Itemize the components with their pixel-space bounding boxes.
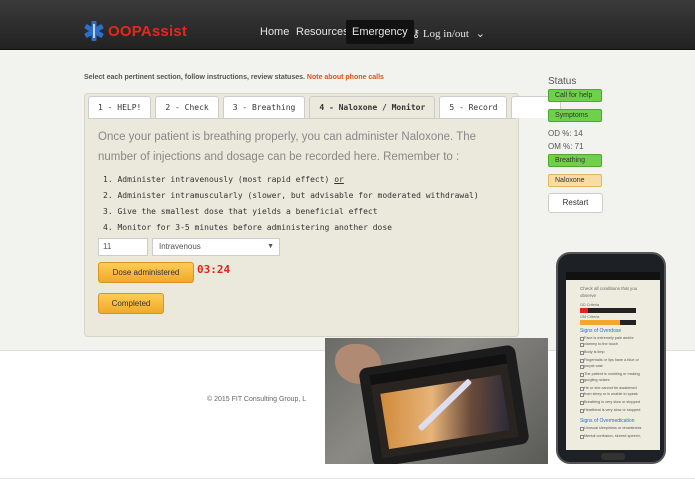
phone-check-item: purple cast [580,364,603,369]
tab-help[interactable]: 1 - HELP! [88,96,152,118]
phone-om-label: OM Criteria [580,315,600,319]
phone-check-item[interactable]: Face is extremely pale and/or [580,336,634,341]
phone-home-button [601,453,625,460]
phone-screen: Check all conditions that you observe OD… [566,272,660,450]
step-item: 1. Administer intravenously (most rapid … [103,175,344,184]
login-label: Log in/out [422,28,469,40]
od-percent: OD %: 14 [548,129,583,138]
tablet-screen-image [380,374,510,450]
phone-check-item[interactable]: Body is limp [579,350,604,355]
navbar: OOPAssist Home Resources Emergency ⚷ Log… [0,0,695,50]
step-tabs: 1 - HELP! 2 - Check 3 - Breathing 4 - Na… [88,96,562,118]
tab-record[interactable]: 5 - Record [439,96,508,118]
caret-down-icon: ▼ [267,243,274,250]
phone-od-label: OD Criteria [580,303,599,307]
phone-check-item: clammy to the touch [580,342,618,347]
page-bottom [0,478,695,494]
phone-od-bar [580,308,636,313]
tab-divider [88,118,516,119]
route-selected-value: Intravenous [159,242,201,251]
brand-name: OOPAssist [108,22,188,40]
footer-copyright: © 2015 FIT Consulting Group, L [207,396,307,403]
tablet-photo [325,338,548,464]
om-percent: OM %: 71 [548,142,584,151]
steps-list: 1. Administer intravenously (most rapid … [103,172,479,236]
status-breathing: Breathing [548,154,602,167]
step-item: 4. Monitor for 3-5 minutes before admini… [103,223,392,232]
phone-title: Check all conditions that you [580,286,638,291]
intro-text: Once your patient is breathing properly,… [98,131,477,163]
phone-om-fill [580,320,620,325]
phone-device: Check all conditions that you observe OD… [556,252,666,464]
phone-check-item[interactable]: Unusual sleepiness or drowsiness [579,426,641,431]
tablet-screen [369,353,519,459]
phone-check-item[interactable]: He or she cannot be awakened [580,386,637,391]
tab-check[interactable]: 2 - Check [155,96,219,118]
restart-button[interactable]: Restart [548,193,603,213]
nav-emergency[interactable]: Emergency [346,20,414,44]
phone-check-item[interactable]: Fingernails or lips have a blue or [580,358,639,363]
tab-naloxone-monitor[interactable]: 4 - Naloxone / Monitor [309,96,436,118]
phone-check-item[interactable]: Breathing is very slow or stopped [580,400,640,405]
dose-amount-input[interactable]: 11 [98,238,148,256]
dose-timer: 03:24 [197,263,231,276]
status-symptoms: Symptoms [548,109,602,122]
phone-status-bar [566,272,660,280]
nav-home[interactable]: Home [260,20,289,44]
phone-calls-note-link[interactable]: Note about phone calls [307,74,384,81]
route-select[interactable]: Intravenous ▼ [152,238,280,256]
phone-check-item: gurgling noises [580,378,610,383]
phone-section-overmedication: Signs of Overmedication [580,418,635,424]
phone-check-item[interactable]: The patient is vomiting or making [580,372,640,377]
status-naloxone: Naloxone [548,174,602,187]
nav-resources[interactable]: Resources [296,20,349,44]
instructions: Select each pertinent section, follow in… [84,74,384,81]
tab-breathing[interactable]: 3 - Breathing [222,96,306,118]
chevron-down-icon: ⌄ [475,28,485,40]
phone-check-item: from sleep or is unable to speak [580,392,638,397]
key-icon: ⚷ [412,28,421,40]
step-item: 2. Administer intramuscularly (slower, b… [103,191,479,200]
phone-od-fill [580,308,588,313]
status-title: Status [548,76,577,87]
dose-administered-button[interactable]: Dose administered [98,262,194,283]
phone-check-item[interactable]: Heartbeat is very slow or stopped [579,408,640,413]
phone-om-bar [580,320,636,325]
phone-check-item[interactable]: Mental confusion, slurred speech, [580,434,641,439]
star-of-life-icon [84,21,104,41]
phone-title-2: observe [580,293,597,298]
instructions-text: Select each pertinent section, follow in… [84,74,307,81]
step-item: 3. Give the smallest dose that yields a … [103,207,378,216]
tablet-device [358,344,530,464]
phone-section-overdose: Signs of Overdose [580,328,622,334]
status-call-for-help: Call for help [548,89,602,102]
completed-button[interactable]: Completed [98,293,164,314]
login-menu[interactable]: ⚷ Log in/out ⌄ [412,27,485,40]
brand[interactable]: OOPAssist [84,20,187,42]
